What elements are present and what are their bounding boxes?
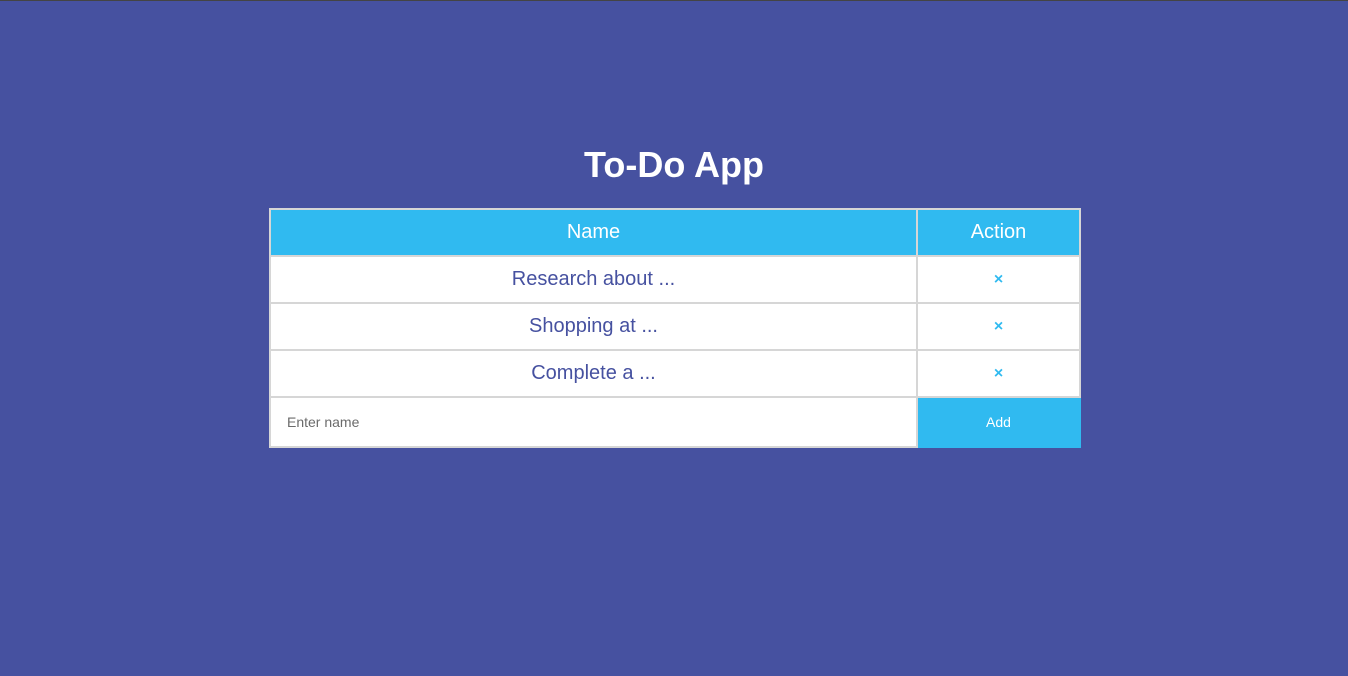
add-button[interactable]: Add bbox=[918, 399, 1079, 445]
table-row: Complete a ... × bbox=[269, 349, 1081, 398]
todo-item-name: Shopping at ... bbox=[269, 302, 918, 351]
name-input-cell bbox=[269, 396, 917, 448]
todo-item-action: × bbox=[916, 349, 1081, 398]
name-input[interactable] bbox=[271, 399, 916, 445]
table-row: Shopping at ... × bbox=[269, 302, 1081, 351]
remove-icon[interactable]: × bbox=[994, 271, 1003, 288]
page-title: To-Do App bbox=[584, 144, 764, 185]
todo-item-name: Complete a ... bbox=[269, 349, 918, 398]
column-header-name: Name bbox=[269, 208, 918, 257]
table-header-row: Name Action bbox=[269, 208, 1081, 257]
add-button-cell: Add bbox=[916, 396, 1081, 448]
column-header-action: Action bbox=[916, 208, 1081, 257]
todo-app: To-Do App Name Action Research about ...… bbox=[269, 141, 1081, 448]
remove-icon[interactable]: × bbox=[994, 365, 1003, 382]
todo-item-action: × bbox=[916, 255, 1081, 304]
table-row: Research about ... × bbox=[269, 255, 1081, 304]
remove-icon[interactable]: × bbox=[994, 318, 1003, 335]
add-todo-row: Add bbox=[269, 396, 1081, 448]
todo-item-name: Research about ... bbox=[269, 255, 918, 304]
todo-item-action: × bbox=[916, 302, 1081, 351]
todo-table: Name Action Research about ... × Shoppin… bbox=[269, 208, 1081, 448]
